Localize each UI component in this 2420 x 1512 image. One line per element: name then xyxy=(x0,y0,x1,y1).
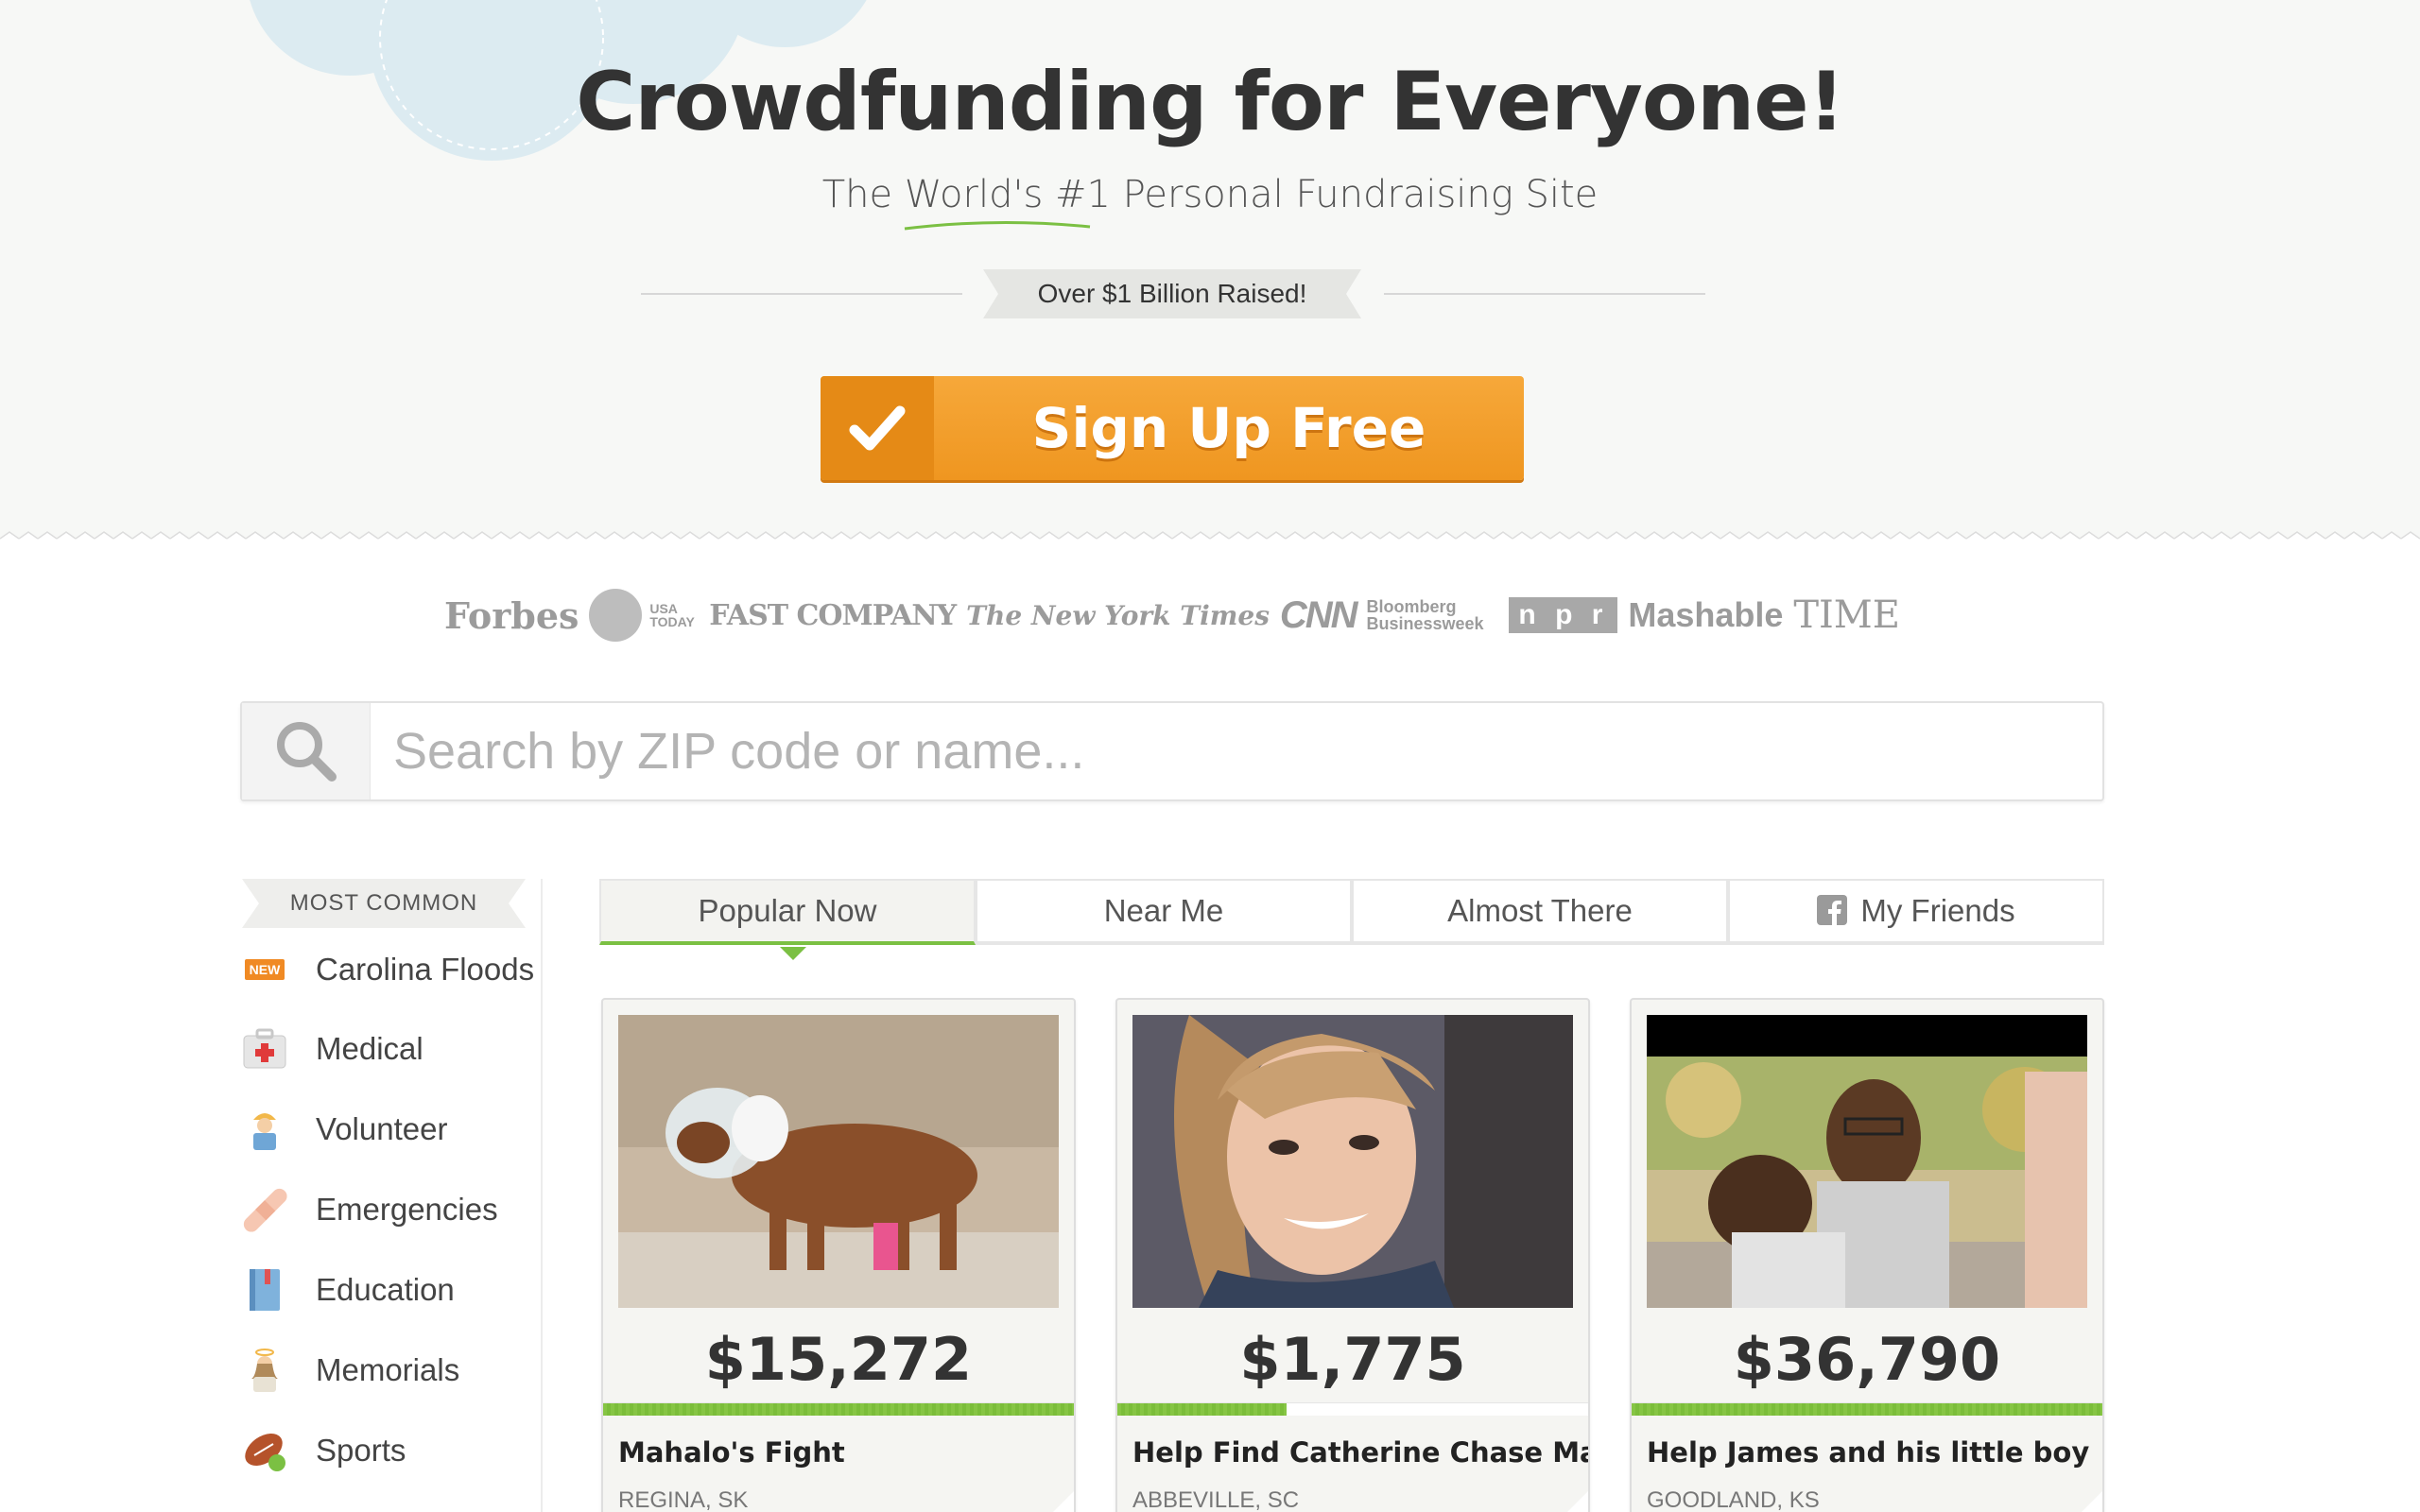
hero-bottom-edge xyxy=(0,529,2420,543)
usa-today-text: USA TODAY xyxy=(649,601,695,629)
search-icon[interactable] xyxy=(242,703,371,799)
sidebar-heading: MOST COMMON xyxy=(242,879,526,928)
amount-raised: $1,775 xyxy=(1239,1325,1466,1394)
sign-up-free-button[interactable]: Sign Up Free xyxy=(821,376,1524,480)
search-bar xyxy=(240,701,2104,801)
tab-popular-now[interactable]: Popular Now xyxy=(599,879,976,960)
checkmark-icon xyxy=(821,376,934,480)
tab-label: Almost There xyxy=(1447,893,1633,928)
campaign-photo xyxy=(618,1015,1059,1308)
usa-today-circle-icon xyxy=(589,589,643,642)
category-label: Sports xyxy=(316,1433,406,1468)
tab-my-friends[interactable]: My Friends xyxy=(1728,879,2104,945)
tab-near-me[interactable]: Near Me xyxy=(976,879,1352,945)
tab-label: My Friends xyxy=(1860,893,2015,928)
category-label: Memorials xyxy=(316,1352,460,1387)
first-aid-kit-icon xyxy=(240,1024,289,1074)
campaign-location: REGINA, SK xyxy=(618,1487,749,1512)
tab-label: Near Me xyxy=(1103,893,1224,928)
angel-icon xyxy=(240,1346,289,1395)
new-badge-icon: NEW xyxy=(240,945,289,994)
campaign-photo xyxy=(1132,1015,1573,1308)
amount-raised: $15,272 xyxy=(704,1325,973,1394)
category-label: Education xyxy=(316,1272,455,1307)
category-label: Carolina Floods xyxy=(316,952,535,987)
amount-raised: $36,790 xyxy=(1733,1325,2001,1394)
bloomberg-logo: Bloomberg Businessweek xyxy=(1366,597,1484,633)
funding-progress-bar xyxy=(603,1402,1074,1416)
campaign-photo xyxy=(1647,1015,2087,1308)
category-sports[interactable]: Sports xyxy=(240,1422,543,1479)
funding-progress-bar xyxy=(1117,1402,1588,1416)
tab-label: Popular Now xyxy=(698,893,877,928)
subtitle-underline xyxy=(904,220,1091,231)
press-logos: Forbes USA TODAY FAST COMPANY The New Yo… xyxy=(444,584,1900,646)
campaign-location: ABBEVILLE, SC xyxy=(1132,1487,1300,1512)
progress-fill xyxy=(1632,1403,2102,1416)
usa-today-logo: USA TODAY xyxy=(589,589,699,642)
card-corner-fold xyxy=(2066,1489,2102,1512)
category-emergencies[interactable]: Emergencies xyxy=(240,1181,543,1238)
card-corner-fold xyxy=(1552,1489,1588,1512)
divider xyxy=(1384,293,1705,295)
time-logo: TIME xyxy=(1793,593,1900,637)
category-label: Medical xyxy=(316,1031,424,1066)
campaign-tabs: Popular Now Near Me Almost There My Frie… xyxy=(599,879,2104,960)
campaign-title: Help James and his little boy xyxy=(1647,1436,2090,1469)
active-tab-pointer xyxy=(780,947,806,960)
cnn-logo: CNN xyxy=(1279,593,1358,636)
forbes-logo: Forbes xyxy=(444,593,579,637)
npr-logo: n p r xyxy=(1509,597,1618,633)
nyt-logo: The New York Times xyxy=(966,599,1270,631)
hero-title: Crowdfunding for Everyone! xyxy=(576,55,1845,149)
card-corner-fold xyxy=(1038,1489,1074,1512)
new-badge: NEW xyxy=(244,959,285,980)
bandage-icon xyxy=(240,1185,289,1234)
progress-fill xyxy=(1117,1403,1288,1416)
campaign-card[interactable]: $36,790 Help James and his little boy GO… xyxy=(1630,998,2104,1512)
football-icon xyxy=(240,1426,289,1475)
funding-progress-bar xyxy=(1632,1402,2102,1416)
category-volunteer[interactable]: Volunteer xyxy=(240,1101,543,1158)
campaign-card[interactable]: $15,272 Mahalo's Fight REGINA, SK xyxy=(601,998,1076,1512)
category-medical[interactable]: Medical xyxy=(240,1021,543,1077)
campaign-card[interactable]: $1,775 Help Find Catherine Chase Martin!… xyxy=(1115,998,1590,1512)
hero-subtitle: The World's #1 Personal Fundraising Site xyxy=(821,173,1599,216)
raised-badge: Over $1 Billion Raised! xyxy=(983,269,1361,318)
divider xyxy=(641,293,962,295)
fast-company-logo: FAST COMPANY xyxy=(709,598,957,632)
progress-fill xyxy=(603,1403,1074,1416)
facebook-icon xyxy=(1817,895,1848,926)
tab-almost-there[interactable]: Almost There xyxy=(1352,879,1728,945)
category-sidebar: MOST COMMON NEW Carolina Floods Medical … xyxy=(240,879,543,1512)
search-input[interactable] xyxy=(393,703,2076,799)
category-carolina-floods[interactable]: NEW Carolina Floods xyxy=(240,941,543,998)
campaign-title: Mahalo's Fight xyxy=(618,1436,845,1469)
volunteer-worker-icon xyxy=(240,1105,289,1154)
category-education[interactable]: Education xyxy=(240,1262,543,1318)
raised-banner: Over $1 Billion Raised! xyxy=(0,266,2420,319)
category-label: Emergencies xyxy=(316,1192,498,1227)
campaign-location: GOODLAND, KS xyxy=(1647,1487,1820,1512)
campaign-title: Help Find Catherine Chase Martin! xyxy=(1132,1436,1588,1469)
category-memorials[interactable]: Memorials xyxy=(240,1342,543,1399)
hero-section: Crowdfunding for Everyone! The World's #… xyxy=(0,0,2420,543)
sign-up-label: Sign Up Free xyxy=(1031,396,1426,460)
book-icon xyxy=(240,1265,289,1314)
mashable-logo: Mashable xyxy=(1628,595,1784,634)
category-label: Volunteer xyxy=(316,1111,448,1146)
